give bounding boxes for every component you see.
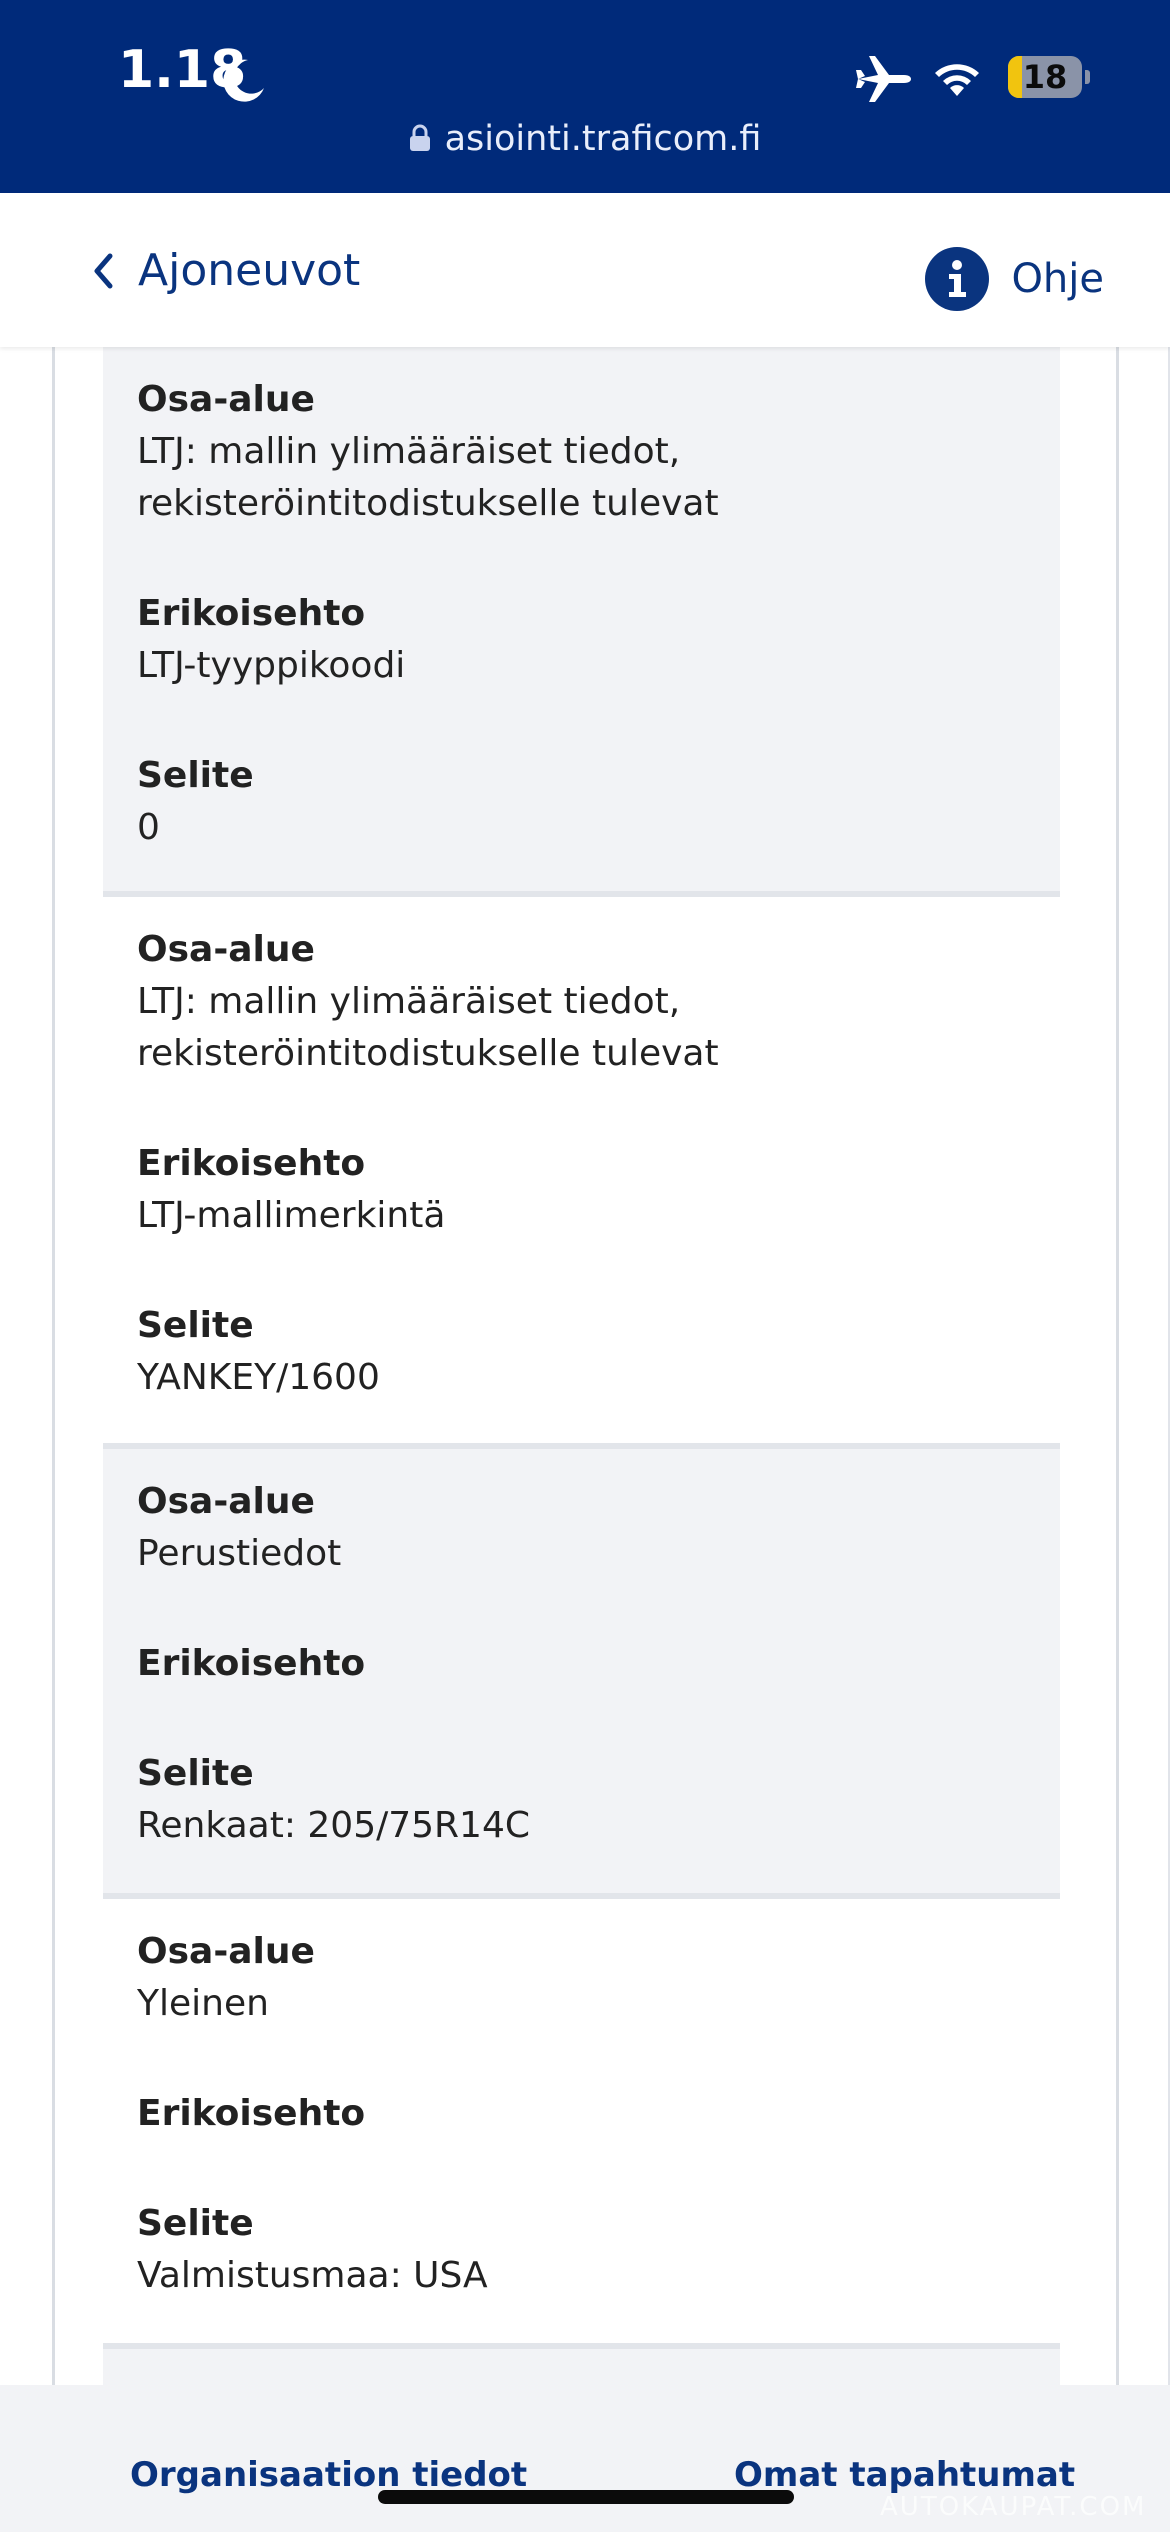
address-bar[interactable]: asiointi.traficom.fi	[0, 122, 1170, 157]
area-value: LTJ: mallin ylimääräiset tiedot,	[137, 431, 681, 472]
battery-level: 18	[1022, 58, 1068, 96]
area-value: LTJ: mallin ylimääräiset tiedot,	[137, 981, 681, 1022]
list-item: Osa-alue Perustiedot Erikoisehto Selite …	[103, 1449, 1060, 1899]
description-value: YANKEY/1600	[137, 1357, 380, 1398]
records-list: Osa-alue LTJ: mallin ylimääräiset tiedot…	[103, 347, 1060, 2409]
condition-label: Erikoisehto	[137, 593, 366, 634]
condition-label: Erikoisehto	[137, 1143, 366, 1184]
area-field: Osa-alue Yleinen	[137, 1926, 1026, 2030]
organization-info-link[interactable]: Organisaation tiedot	[130, 2455, 527, 2495]
condition-value: LTJ-tyyppikoodi	[137, 645, 406, 686]
list-item: Osa-alue LTJ: mallin ylimääräiset tiedot…	[103, 897, 1060, 1449]
help-label: Ohje	[1011, 256, 1104, 302]
status-bar: 1.18 18 asiointi.traficom.fi	[0, 0, 1170, 193]
help-button[interactable]: Ohje	[925, 247, 1104, 311]
area-label: Osa-alue	[137, 1481, 315, 1522]
app-header: Ajoneuvot Ohje	[0, 193, 1170, 347]
description-field: Selite YANKEY/1600	[137, 1300, 1026, 1404]
description-value: 0	[137, 807, 160, 848]
condition-field: Erikoisehto LTJ-mallimerkintä	[137, 1138, 1026, 1242]
area-value-continued: rekisteröintitodistukselle tulevat	[137, 1033, 719, 1074]
condition-field: Erikoisehto	[137, 2088, 1026, 2140]
description-field: Selite Valmistusmaa: USA	[137, 2198, 1026, 2302]
description-value: Valmistusmaa: USA	[137, 2255, 488, 2296]
area-field: Osa-alue LTJ: mallin ylimääräiset tiedot…	[137, 924, 1026, 1080]
condition-field: Erikoisehto	[137, 1638, 1026, 1690]
area-value: Perustiedot	[137, 1533, 342, 1574]
battery-tip	[1085, 70, 1090, 84]
area-value-continued: rekisteröintitodistukselle tulevat	[137, 483, 719, 524]
battery-icon: 18	[1008, 56, 1090, 98]
back-label: Ajoneuvot	[138, 245, 361, 296]
condition-label: Erikoisehto	[137, 2093, 366, 2134]
description-label: Selite	[137, 1753, 254, 1794]
chevron-left-icon	[94, 253, 113, 288]
frame-border-right	[1116, 347, 1119, 2385]
area-label: Osa-alue	[137, 379, 315, 420]
url-text: asiointi.traficom.fi	[444, 119, 762, 159]
area-label: Osa-alue	[137, 929, 315, 970]
description-label: Selite	[137, 755, 254, 796]
home-indicator[interactable]	[378, 2490, 794, 2504]
airplane-icon	[856, 56, 911, 102]
description-label: Selite	[137, 2203, 254, 2244]
wifi-icon	[935, 64, 979, 96]
area-label: Osa-alue	[137, 1931, 315, 1972]
description-field: Selite Renkaat: 205/75R14C	[137, 1748, 1026, 1852]
condition-label: Erikoisehto	[137, 1643, 366, 1684]
frame-border-left	[52, 347, 55, 2385]
own-events-link[interactable]: Omat tapahtumat	[734, 2455, 1075, 2495]
description-value: Renkaat: 205/75R14C	[137, 1805, 530, 1846]
condition-field: Erikoisehto LTJ-tyyppikoodi	[137, 588, 1026, 692]
back-button[interactable]: Ajoneuvot	[92, 245, 360, 296]
condition-value: LTJ-mallimerkintä	[137, 1195, 446, 1236]
description-label: Selite	[137, 1305, 254, 1346]
description-field: Selite 0	[137, 750, 1026, 854]
watermark: AUTOKAUPAT.COM	[880, 2492, 1147, 2522]
moon-icon	[223, 59, 264, 102]
battery-body: 18	[1008, 56, 1082, 98]
list-item: Osa-alue LTJ: mallin ylimääräiset tiedot…	[103, 347, 1060, 897]
list-item: Osa-alue Yleinen Erikoisehto Selite Valm…	[103, 1899, 1060, 2349]
area-field: Osa-alue Perustiedot	[137, 1476, 1026, 1580]
lock-icon	[409, 124, 430, 151]
area-field: Osa-alue LTJ: mallin ylimääräiset tiedot…	[137, 374, 1026, 530]
area-value: Yleinen	[137, 1983, 269, 2024]
info-icon	[925, 247, 990, 311]
